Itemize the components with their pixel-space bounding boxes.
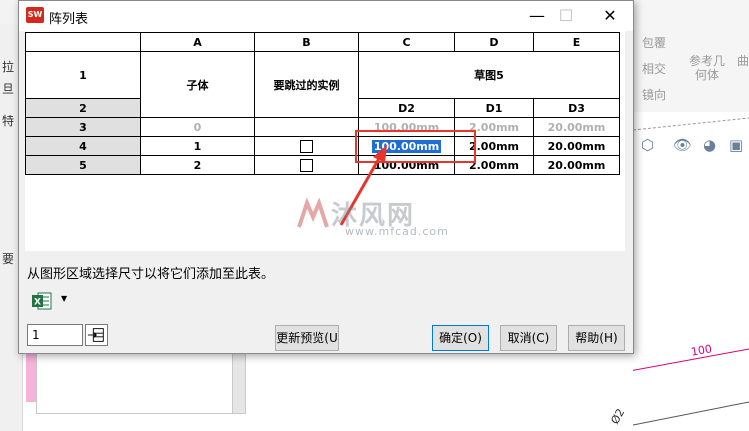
header-child-body: 子体 bbox=[140, 51, 255, 118]
cell-r3-skip bbox=[254, 117, 359, 137]
header-d2: D2 bbox=[358, 98, 455, 118]
cell-r4-child[interactable]: 1 bbox=[140, 136, 255, 156]
watermark-logo-icon bbox=[297, 197, 329, 228]
cell-r5-child[interactable]: 2 bbox=[140, 155, 255, 175]
skip-checkbox-r5[interactable] bbox=[300, 158, 313, 172]
pattern-table-dialog: SW 阵列表 — ☐ ✕ A B C D E 1 子体 要跳过的实例 草图5 2 bbox=[18, 0, 634, 354]
cell-r3-child: 0 bbox=[140, 117, 255, 137]
row-label-2[interactable]: 2 bbox=[25, 98, 141, 118]
minimize-button[interactable]: — bbox=[522, 6, 552, 26]
skip-checkbox-r4[interactable] bbox=[300, 139, 313, 153]
help-button[interactable]: 帮助(H) bbox=[568, 325, 625, 351]
property-box bbox=[36, 352, 238, 414]
header-sketch: 草图5 bbox=[358, 51, 620, 99]
ribbon-intersect[interactable]: 相交 bbox=[642, 60, 666, 77]
cell-r4-d3[interactable]: 20.00mm bbox=[533, 136, 620, 156]
dialog-title: 阵列表 bbox=[49, 12, 89, 27]
column-letter-d[interactable]: D bbox=[454, 32, 534, 52]
solidworks-icon: SW bbox=[26, 7, 44, 23]
svg-text:X: X bbox=[34, 298, 41, 308]
side-text-1: 拉 bbox=[2, 60, 15, 74]
ribbon-mirror[interactable]: 镜向 bbox=[642, 86, 666, 103]
ribbon-curve[interactable]: 曲 bbox=[737, 52, 749, 69]
update-preview-button[interactable]: 更新预览(U bbox=[275, 325, 339, 351]
graphics-area bbox=[633, 117, 749, 426]
cancel-button[interactable]: 取消(C) bbox=[500, 325, 557, 351]
close-button[interactable]: ✕ bbox=[595, 6, 625, 26]
pattern-table: A B C D E 1 子体 要跳过的实例 草图5 2 D2 D1 D3 3 0 bbox=[25, 32, 620, 175]
header-d1: D1 bbox=[454, 98, 534, 118]
chevron-down-icon[interactable]: ▼ bbox=[61, 294, 67, 303]
ribbon-panel: 包覆 相交 参考几 何体 镜向 曲 bbox=[633, 0, 749, 112]
column-letter-c[interactable]: C bbox=[358, 32, 455, 52]
property-scroll[interactable] bbox=[232, 352, 246, 414]
edge-line bbox=[633, 401, 749, 426]
cell-r5-d3[interactable]: 20.00mm bbox=[533, 155, 620, 175]
row-label-5[interactable]: 5 bbox=[25, 155, 141, 175]
instruction-text: 从图形区域选择尺寸以将它们添加至此表。 bbox=[27, 267, 275, 282]
table-area: A B C D E 1 子体 要跳过的实例 草图5 2 D2 D1 D3 3 0 bbox=[25, 31, 625, 251]
header-skip-instances: 要跳过的实例 bbox=[254, 51, 359, 118]
cell-r3-d3: 20.00mm bbox=[533, 117, 620, 137]
ok-button[interactable]: 确定(O) bbox=[432, 325, 489, 351]
corner-cell bbox=[25, 32, 141, 52]
watermark-url: www.mfcad.com bbox=[345, 225, 449, 238]
header-d3: D3 bbox=[533, 98, 620, 118]
excel-icon[interactable]: X bbox=[31, 291, 53, 311]
diameter-label: Ø2 bbox=[608, 406, 628, 427]
side-text-3: 特 bbox=[2, 114, 15, 128]
column-letter-a[interactable]: A bbox=[140, 32, 255, 52]
maximize-button: ☐ bbox=[558, 6, 574, 25]
side-text-4: 要 bbox=[2, 252, 15, 266]
ribbon-refgeom-2[interactable]: 何体 bbox=[695, 66, 719, 83]
row-count-input[interactable] bbox=[27, 324, 83, 346]
column-letter-b[interactable]: B bbox=[254, 32, 359, 52]
row-label-4[interactable]: 4 bbox=[25, 136, 141, 156]
ribbon-wrap[interactable]: 包覆 bbox=[642, 34, 666, 51]
sketch-line bbox=[633, 117, 749, 131]
row-label-1[interactable]: 1 bbox=[25, 51, 141, 99]
title-bar[interactable]: SW 阵列表 — ☐ ✕ bbox=[19, 1, 633, 31]
row-label-3[interactable]: 3 bbox=[25, 117, 141, 137]
add-rows-icon[interactable] bbox=[85, 324, 108, 346]
column-letter-e[interactable]: E bbox=[533, 32, 620, 52]
side-text-2: 旦 bbox=[2, 82, 15, 96]
